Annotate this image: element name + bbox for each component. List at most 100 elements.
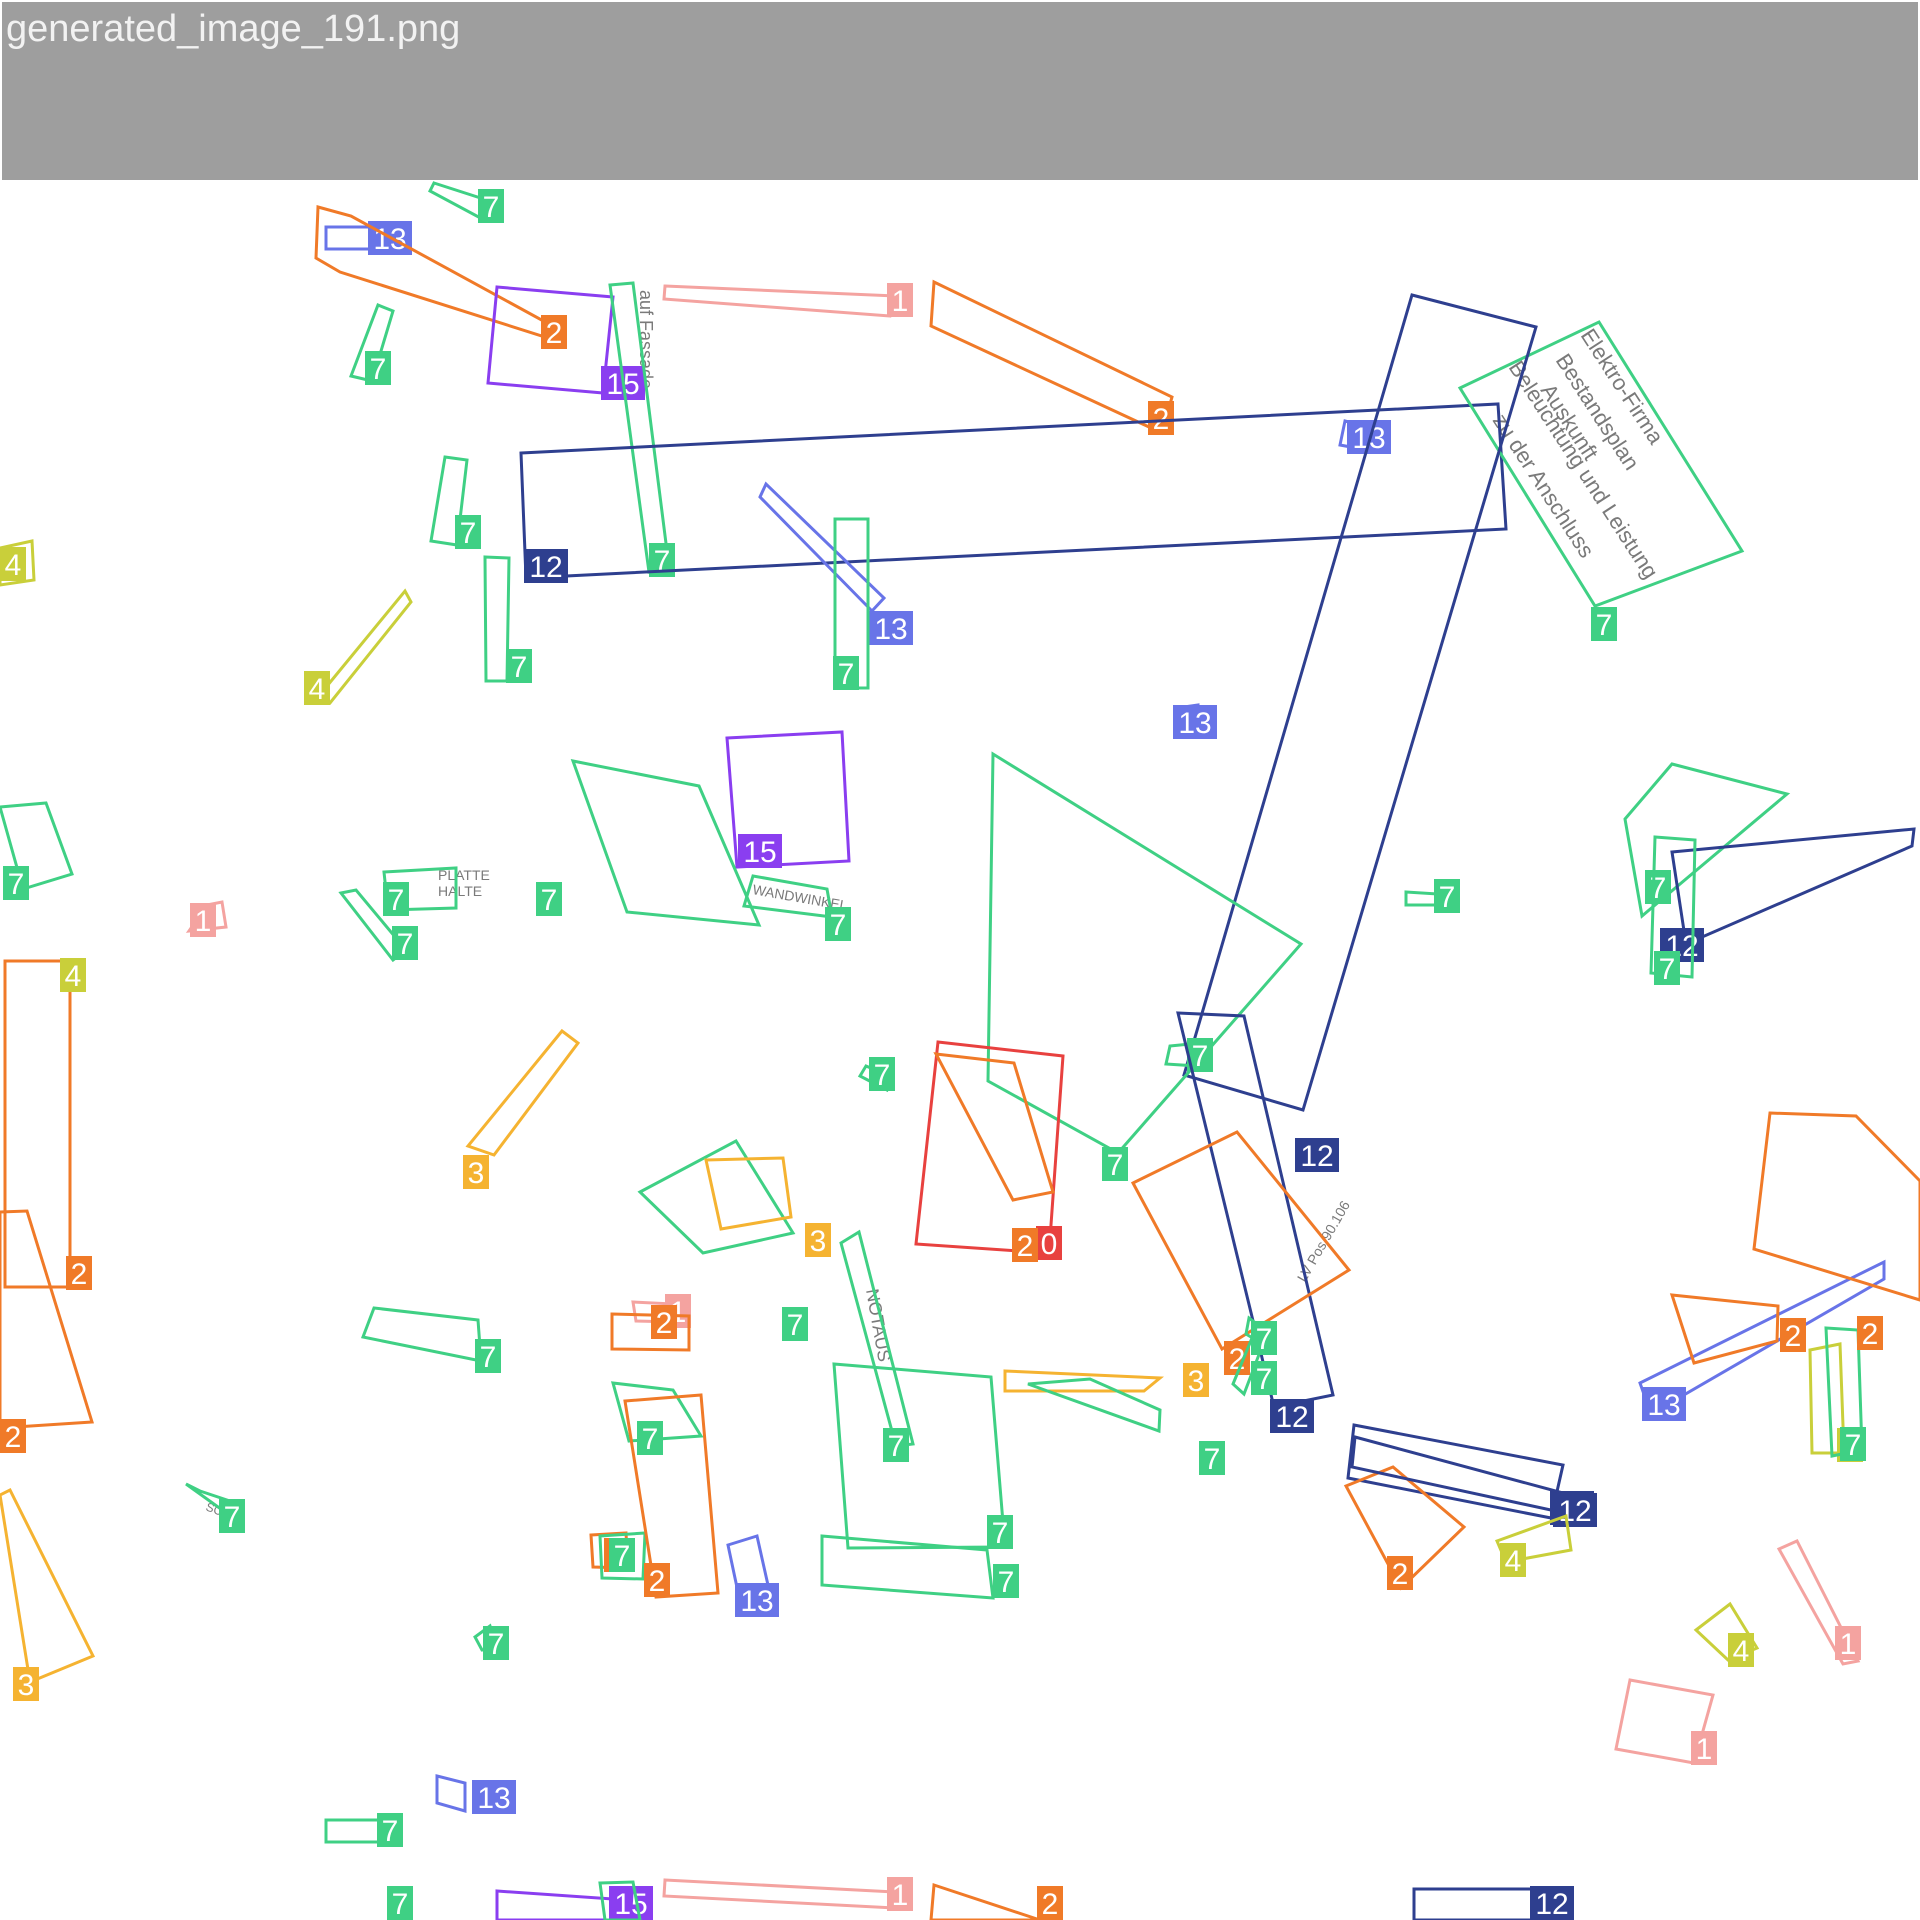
annotation-box: 2 xyxy=(1669,1293,1806,1365)
annotation-outline xyxy=(929,279,1174,436)
annotation-label: 7 xyxy=(1596,609,1613,642)
annotation-label: 7 xyxy=(224,1501,241,1534)
annotation-label: 7 xyxy=(1659,953,1676,986)
annotation-label: 7 xyxy=(614,1540,631,1573)
annotation-outline xyxy=(0,1209,94,1430)
annotation-label: 12 xyxy=(1558,1495,1591,1528)
annotation-box: 1 xyxy=(662,1877,913,1912)
annotation-box: 3 xyxy=(0,1487,96,1702)
annotation-label: 13 xyxy=(874,613,907,646)
annotation-outline xyxy=(1412,1887,1537,1920)
annotation-outline xyxy=(3,959,72,1289)
annotation-label: 7 xyxy=(8,868,25,901)
annotation-label: 3 xyxy=(1188,1365,1205,1398)
annotation-label: 7 xyxy=(483,191,500,224)
annotation-outline xyxy=(315,588,413,705)
annotation-label: 4 xyxy=(5,549,22,582)
annotation-outline xyxy=(1752,1111,1920,1302)
annotation-box: 7 xyxy=(428,181,504,224)
annotation-label: 3 xyxy=(810,1225,827,1258)
annotation-box: 7 xyxy=(1244,1315,1277,1356)
annotation-box: 13 xyxy=(726,1534,779,1618)
annotation-label: 7 xyxy=(874,1059,891,1092)
annotation-label: 1 xyxy=(1840,1628,1857,1661)
annotation-outline xyxy=(929,1882,1041,1920)
annotation-outline xyxy=(1027,1377,1162,1434)
annotation-label: 7 xyxy=(480,1341,497,1374)
annotation-label: 7 xyxy=(541,884,558,917)
annotation-box: 7 xyxy=(324,1813,403,1848)
annotation-box: 1 xyxy=(1776,1539,1861,1666)
annotation-label: 2 xyxy=(1785,1320,1802,1353)
annotation-label: 12 xyxy=(1275,1401,1308,1434)
annotation-label: 7 xyxy=(397,928,414,961)
annotation-outline xyxy=(662,1878,897,1910)
annotation-outline xyxy=(360,1306,483,1363)
annotation-box: 4 xyxy=(1693,1601,1760,1668)
annotation-label: 13 xyxy=(373,223,406,256)
annotation-label: 4 xyxy=(1505,1545,1522,1578)
annotation-box: 12 xyxy=(1412,1886,1574,1920)
annotation-box: 7 xyxy=(857,1057,895,1093)
annotation-box: 7 xyxy=(387,1880,642,1920)
annotation-box: 1 xyxy=(662,283,913,318)
annotation-box: 3 xyxy=(463,1028,581,1190)
annotation-outline xyxy=(758,481,887,614)
annotation-label: 3 xyxy=(468,1157,485,1190)
annotation-label: 4 xyxy=(309,673,326,706)
annotation-label: 0 xyxy=(1041,1228,1058,1261)
annotation-box: 7 xyxy=(610,1381,704,1456)
annotation-outline xyxy=(1404,890,1440,907)
annotation-label: 15 xyxy=(743,836,776,869)
annotation-box: 15 xyxy=(495,1886,653,1920)
annotation-box: 7 xyxy=(1404,879,1460,914)
annotation-outline xyxy=(986,751,1304,1155)
annotation-label: 7 xyxy=(460,517,477,550)
annotation-label: 7 xyxy=(992,1517,1009,1550)
annotation-label: 2 xyxy=(5,1421,22,1454)
annotation-label: 13 xyxy=(740,1585,773,1618)
annotation-label: 2 xyxy=(656,1307,673,1340)
annotation-box: 7 xyxy=(536,759,762,927)
annotation-label: 2 xyxy=(546,317,563,350)
annotation-label: 2 xyxy=(1042,1888,1059,1920)
annotation-label: 4 xyxy=(1733,1635,1750,1668)
annotation-label: 2 xyxy=(649,1565,666,1598)
annotation-outline xyxy=(483,555,511,683)
annotation-box: 7 xyxy=(832,1362,1013,1550)
annotation-label: 2 xyxy=(71,1258,88,1291)
annotation-label: 7 xyxy=(370,353,387,386)
document-text: HALTE xyxy=(438,883,482,899)
annotation-box: 13 xyxy=(1638,1259,1886,1422)
annotation-box: 7 xyxy=(986,751,1304,1182)
annotation-label: 13 xyxy=(1178,707,1211,740)
annotation-label: 7 xyxy=(838,658,855,691)
annotation-box: 13 xyxy=(435,1774,516,1815)
annotation-box: 7 xyxy=(473,1623,509,1661)
annotation-label: 7 xyxy=(830,909,847,942)
annotation-label: 7 xyxy=(888,1430,905,1463)
annotation-label: 4 xyxy=(65,960,82,993)
annotation-label: 1 xyxy=(1696,1733,1713,1766)
annotation-label: 12 xyxy=(1300,1140,1333,1173)
annotation-box: 7 xyxy=(1623,762,1791,919)
annotation-box: 4 xyxy=(304,588,413,706)
annotation-label: 7 xyxy=(998,1566,1015,1599)
annotation-outline xyxy=(832,1362,1007,1550)
annotation-outline xyxy=(933,1052,1055,1202)
annotation-outline xyxy=(465,1028,581,1157)
annotation-label: 7 xyxy=(787,1309,804,1342)
annotation-box: 4 xyxy=(60,958,86,993)
annotation-box: 12 xyxy=(1660,827,1916,963)
annotation-box: 2 xyxy=(0,1209,94,1454)
annotation-outline xyxy=(662,284,897,318)
annotation-label: 7 xyxy=(1439,881,1456,914)
annotation-label: 3 xyxy=(18,1669,35,1702)
annotation-label: 13 xyxy=(477,1782,510,1815)
annotation-box: 7 xyxy=(360,1306,501,1374)
annotation-box: 7 xyxy=(429,455,481,550)
annotation-label: 7 xyxy=(1256,1363,1273,1396)
annotation-label: 1 xyxy=(892,1879,909,1912)
annotation-label: 7 xyxy=(388,884,405,917)
annotation-box: 7 xyxy=(0,801,74,901)
